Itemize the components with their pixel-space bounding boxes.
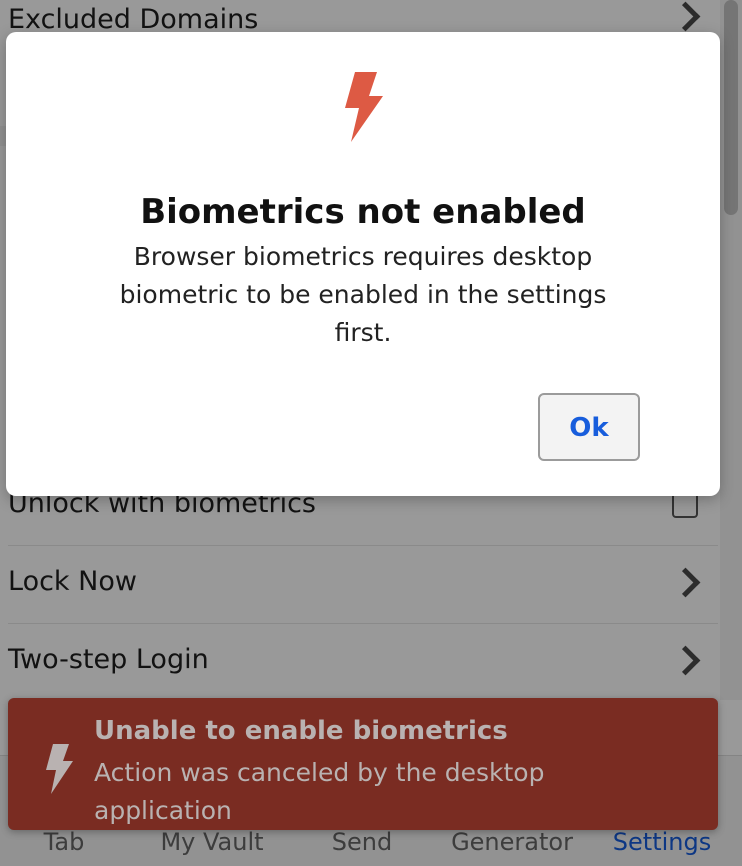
lightning-bolt-icon <box>345 72 383 142</box>
toast-message: Action was canceled by the desktop appli… <box>94 758 545 825</box>
dialog-message: Browser biometrics requires desktop biom… <box>119 242 607 347</box>
lightning-bolt-icon <box>46 744 73 794</box>
dialog-title: Biometrics not enabled <box>140 192 586 232</box>
biometrics-dialog: Biometrics not enabled Browser biometric… <box>6 32 720 496</box>
toast-title: Unable to enable biometrics <box>94 716 508 746</box>
ok-button[interactable]: Ok <box>538 393 640 461</box>
error-toast[interactable]: Unable to enable biometrics Action was c… <box>8 698 718 830</box>
